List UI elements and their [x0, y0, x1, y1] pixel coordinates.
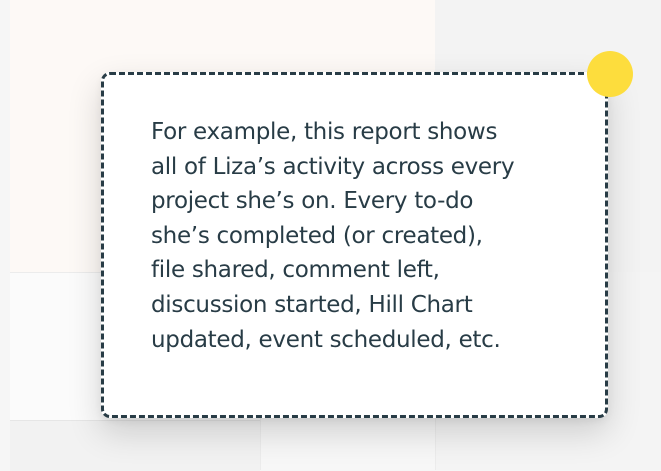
- background-panel: [10, 420, 260, 471]
- tour-callout: For example, this report shows all of Li…: [101, 72, 608, 418]
- highlight-dot-icon: [587, 51, 633, 97]
- callout-text: For example, this report shows all of Li…: [151, 119, 515, 353]
